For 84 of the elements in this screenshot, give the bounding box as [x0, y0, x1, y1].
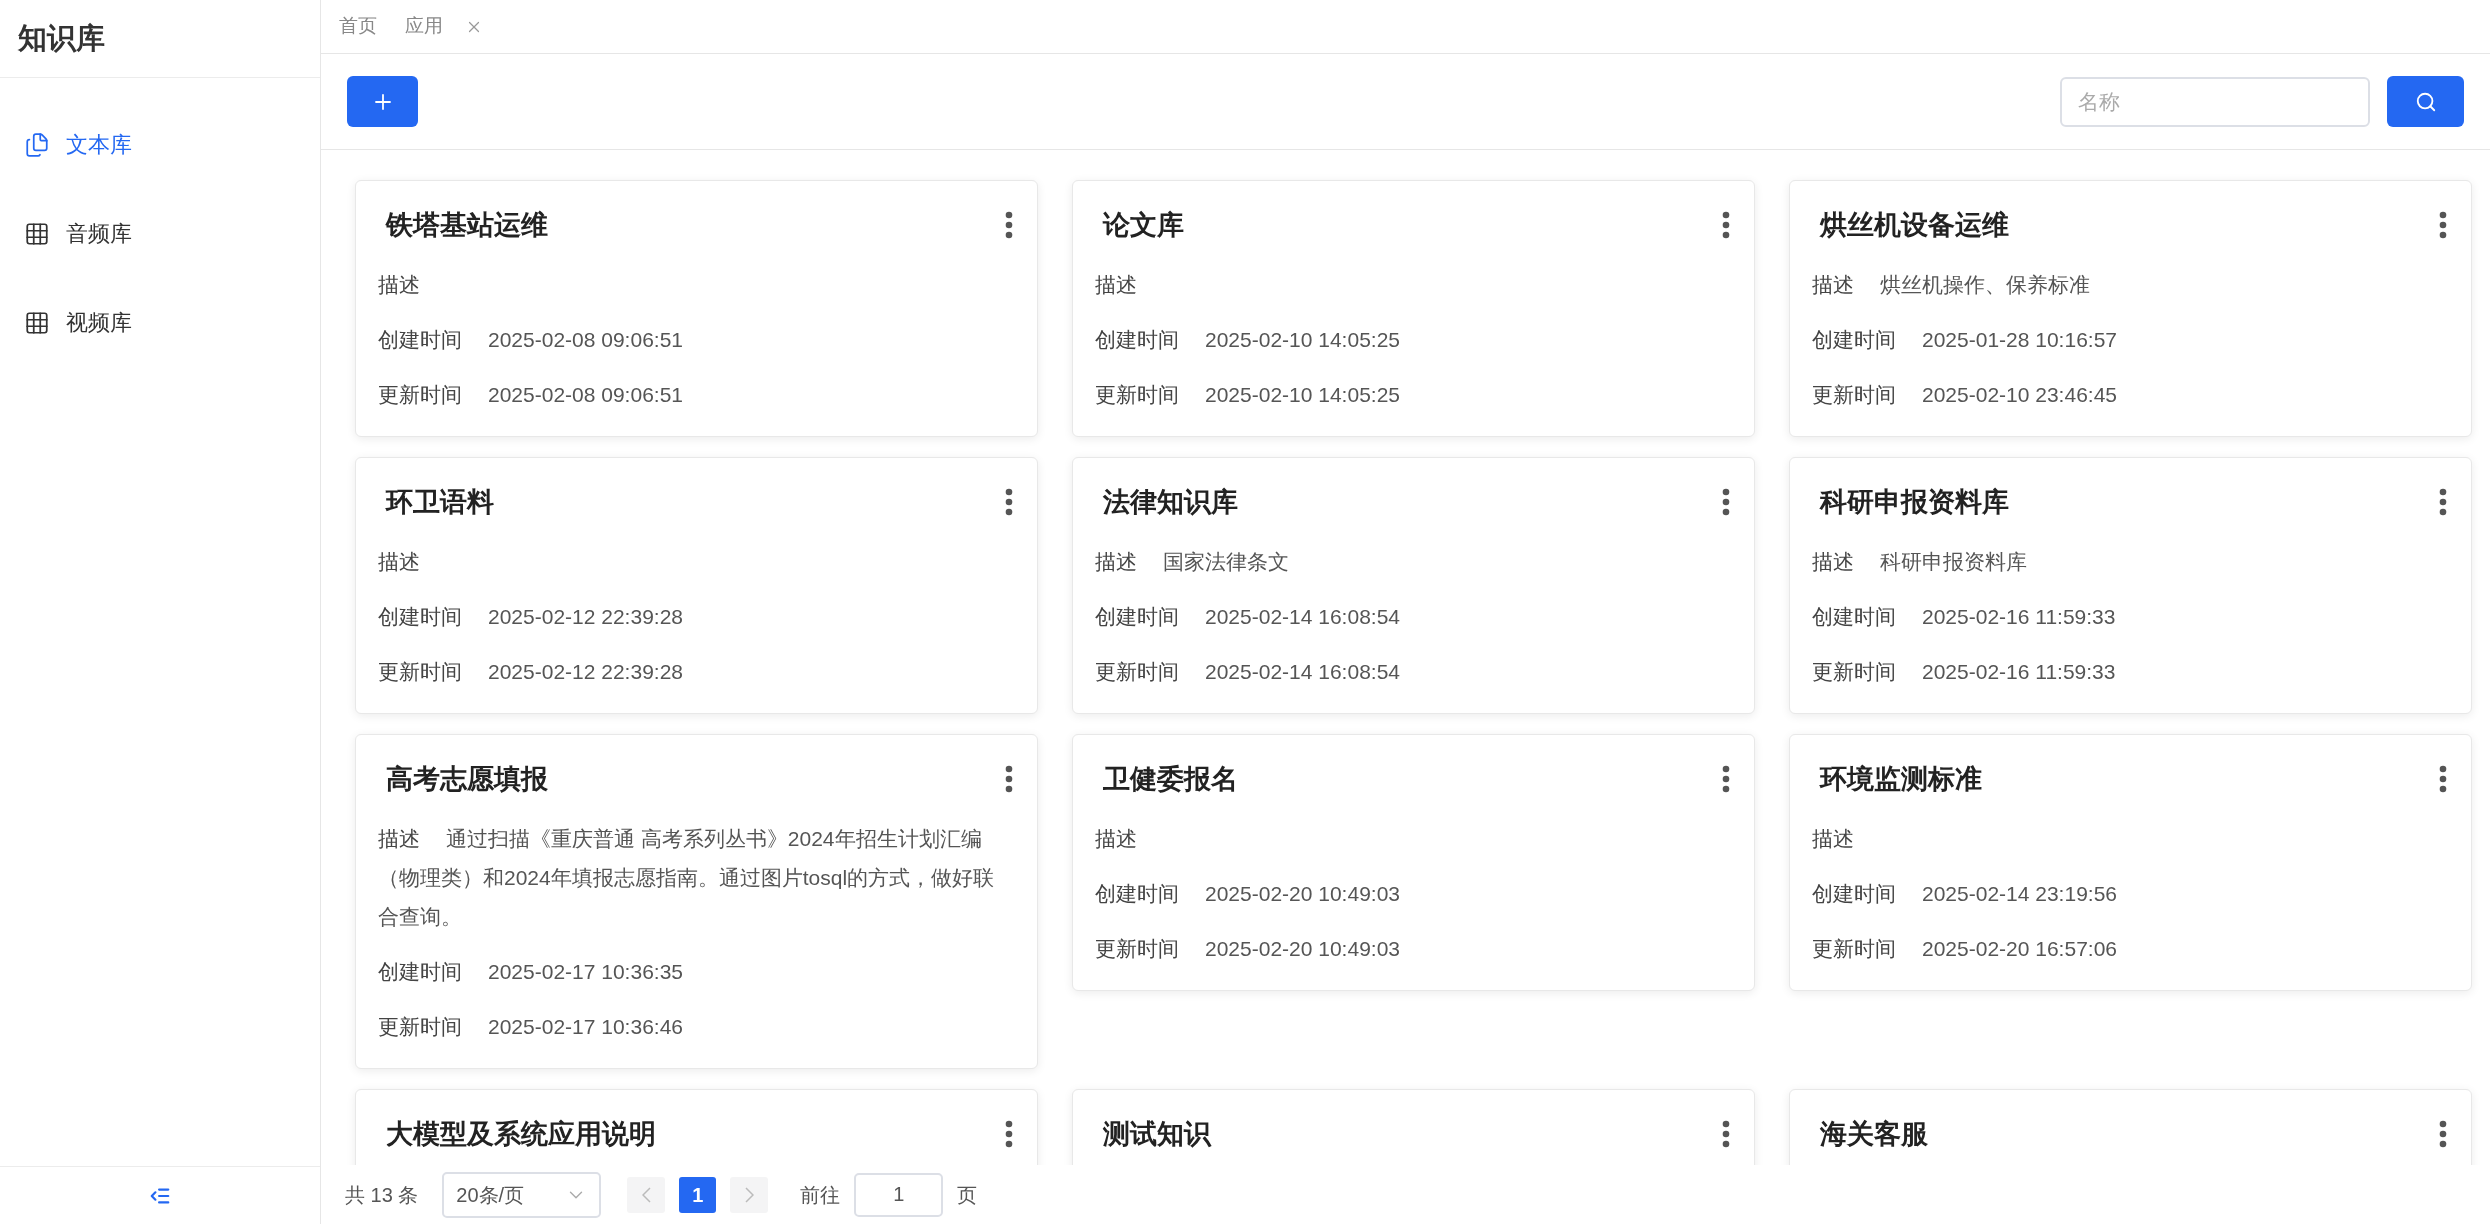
field-text: 创建时间 2025-02-08 09:06:51 — [378, 327, 683, 353]
chevron-left-icon — [641, 1186, 651, 1203]
more-icon[interactable] — [2439, 765, 2447, 793]
goto-page-field[interactable]: 1 — [854, 1172, 944, 1217]
add-button[interactable] — [347, 76, 418, 127]
field-text: 描述 通过扫描《重庆普通 高考系列丛书》2024年招生计划汇编（物理类）和2024年填报志愿指南。通过图片tosql的方式，做好联合查询。 — [378, 826, 996, 930]
more-icon[interactable] — [2439, 488, 2447, 516]
knowledge-card[interactable]: 科研申报资料库 描述 科研申报资料库 创建时间 2025-02-16 11:59:33 更新时间 2025-02-16 11:59:33 — [1789, 457, 2472, 714]
knowledge-card[interactable]: 大模型及系统应用说明 — [355, 1089, 1038, 1165]
page-number[interactable]: 1 — [679, 1176, 717, 1213]
more-icon[interactable] — [2439, 211, 2447, 239]
field-text: 创建时间 2025-02-16 11:59:33 — [1812, 604, 2116, 630]
field-label: 描述 — [378, 549, 420, 575]
field-text: 描述 烘丝机操作、保养标准 — [1812, 272, 2090, 298]
more-icon[interactable] — [1005, 765, 1013, 793]
more-icon[interactable] — [1722, 1120, 1730, 1148]
more-icon[interactable] — [1722, 211, 1730, 239]
knowledge-card[interactable]: 卫健委报名 描述 创建时间 2025-02-20 10:49:03 更新时间 2025-02-20 10:49:03 — [1072, 734, 1755, 991]
field-text: 更新时间 2025-02-20 10:49:03 — [1095, 936, 1400, 962]
more-icon[interactable] — [2439, 1120, 2447, 1148]
goto-label: 前往 — [800, 1182, 841, 1208]
grid-icon — [24, 309, 50, 336]
more-icon[interactable] — [1005, 1120, 1013, 1148]
field-text: 更新时间 2025-02-12 22:39:28 — [378, 659, 683, 685]
field-text: 创建时间 2025-02-17 10:36:35 — [378, 959, 683, 985]
field-text: 创建时间 2025-02-20 10:49:03 — [1095, 881, 1400, 907]
page-size-select[interactable]: 20条/页 — [442, 1171, 602, 1218]
knowledge-card[interactable]: 海关客服 — [1789, 1089, 2472, 1165]
card-title: 高考志愿填报 — [386, 763, 548, 796]
knowledge-card[interactable]: 论文库 描述 创建时间 2025-02-10 14:05:25 更新时间 2025-02-10 14:05:25 — [1072, 180, 1755, 437]
field-text: 创建时间 2025-02-14 16:08:54 — [1095, 604, 1400, 630]
card-title: 大模型及系统应用说明 — [386, 1118, 656, 1151]
knowledge-card[interactable]: 测试知识 — [1072, 1089, 1755, 1165]
more-icon[interactable] — [1722, 488, 1730, 516]
knowledge-card[interactable]: 环卫语料 描述 创建时间 2025-02-12 22:39:28 更新时间 2025-02-12 22:39:28 — [355, 457, 1038, 714]
chevron-right-icon — [744, 1186, 754, 1203]
card-title: 海关客服 — [1820, 1118, 1928, 1151]
field-text: 更新时间 2025-02-10 14:05:25 — [1095, 382, 1400, 408]
knowledge-card[interactable]: 高考志愿填报 描述 通过扫描《重庆普通 高考系列丛书》2024年招生计划汇编（物理类）和2024年填报志愿指南。通过图片tosql的方式，做好联合查询。 创建时间 2025-02-17 10:36:35 更新时间 2025-02-17 10:36:46 — [355, 734, 1038, 1069]
knowledge-card[interactable]: 铁塔基站运维 描述 创建时间 2025-02-08 09:06:51 更新时间 2025-02-08 09:06:51 — [355, 180, 1038, 437]
field-text: 描述 国家法律条文 — [1095, 549, 1289, 575]
field-text: 更新时间 2025-02-16 11:59:33 — [1812, 659, 2116, 685]
field-text: 描述 科研申报资料库 — [1812, 549, 2027, 575]
card-title: 测试知识 — [1103, 1118, 1211, 1151]
page-tab[interactable]: 首页 — [339, 12, 377, 41]
field-text: 更新时间 2025-02-10 23:46:45 — [1812, 382, 2117, 408]
field-text: 更新时间 2025-02-20 16:57:06 — [1812, 936, 2117, 962]
field-label: 描述 — [1095, 272, 1137, 298]
card-title: 法律知识库 — [1103, 486, 1238, 519]
sidebar-item[interactable]: 音频库 — [0, 189, 320, 278]
knowledge-card[interactable]: 环境监测标准 描述 创建时间 2025-02-14 23:19:56 更新时间 2025-02-20 16:57:06 — [1789, 734, 2472, 991]
field-text: 创建时间 2025-02-12 22:39:28 — [378, 604, 683, 630]
field-text: 更新时间 2025-02-17 10:36:46 — [378, 1014, 683, 1040]
sidebar-item[interactable]: 文本库 — [0, 100, 320, 189]
card-title: 论文库 — [1103, 209, 1184, 242]
field-text: 创建时间 2025-01-28 10:16:57 — [1812, 327, 2117, 353]
document-icon — [24, 131, 50, 158]
field-text: 创建时间 2025-02-10 14:05:25 — [1095, 327, 1400, 353]
field-label: 描述 — [1095, 826, 1137, 852]
search-button[interactable] — [2387, 76, 2464, 127]
card-title: 铁塔基站运维 — [386, 209, 548, 242]
more-icon[interactable] — [1722, 765, 1730, 793]
grid-icon — [24, 220, 50, 247]
more-icon[interactable] — [1005, 488, 1013, 516]
field-text: 更新时间 2025-02-14 16:08:54 — [1095, 659, 1400, 685]
card-title: 烘丝机设备运维 — [1820, 209, 2009, 242]
field-label: 描述 — [1812, 826, 1854, 852]
search-icon — [2414, 90, 2437, 113]
sidebar-item[interactable]: 视频库 — [0, 278, 320, 367]
card-title: 环境监测标准 — [1820, 763, 1982, 796]
card-title: 科研申报资料库 — [1820, 486, 2009, 519]
total-count: 共 13 条 — [345, 1182, 419, 1208]
card-title: 环卫语料 — [386, 486, 494, 519]
more-icon[interactable] — [1005, 211, 1013, 239]
card-title: 卫健委报名 — [1103, 763, 1238, 796]
goto-suffix: 页 — [957, 1182, 978, 1208]
page-tab[interactable]: 应用 — [405, 12, 483, 41]
field-text: 更新时间 2025-02-08 09:06:51 — [378, 382, 683, 408]
knowledge-card[interactable]: 烘丝机设备运维 描述 烘丝机操作、保养标准 创建时间 2025-01-28 10:16:57 更新时间 2025-02-10 23:46:45 — [1789, 180, 2472, 437]
search-field[interactable]: 名称 — [2060, 76, 2370, 127]
sidebar-title: 知识库 — [18, 20, 105, 56]
field-text: 创建时间 2025-02-14 23:19:56 — [1812, 881, 2117, 907]
field-label: 描述 — [378, 272, 420, 298]
knowledge-card[interactable]: 法律知识库 描述 国家法律条文 创建时间 2025-02-14 16:08:54 更新时间 2025-02-14 16:08:54 — [1072, 457, 1755, 714]
